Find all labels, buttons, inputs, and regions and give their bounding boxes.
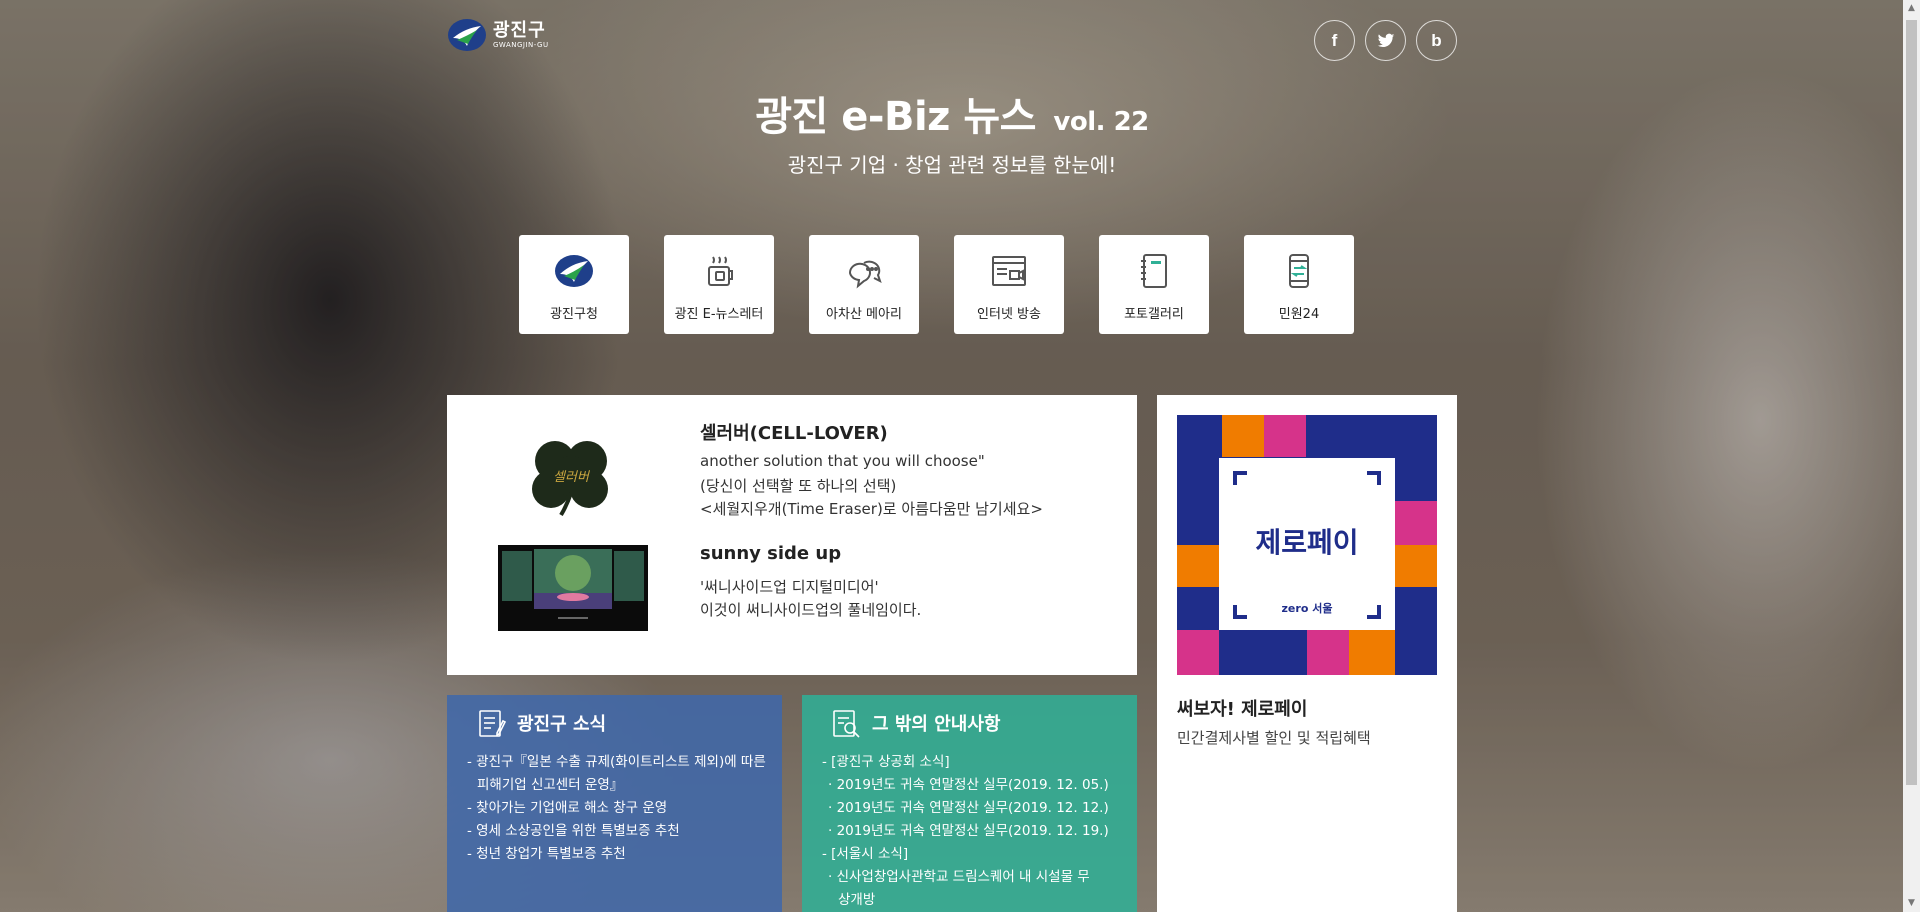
cell-lover-logo[interactable]: 셀러버 bbox=[521, 431, 621, 521]
zeropay-banner-sub: zero 서울 bbox=[1282, 601, 1333, 615]
scrollbar-thumb[interactable] bbox=[1906, 20, 1917, 785]
info-item: - [서울시 소식] bbox=[822, 846, 909, 862]
quick-item-label: 광진 E-뉴스레터 bbox=[674, 307, 764, 322]
zeropay-title: 써보자! 제로페이 bbox=[1177, 699, 1308, 720]
zeropay-card[interactable]: 제로페이 zero 서울 써보자! 제로페이 민간결제사별 할인 및 적립혜택 bbox=[1157, 395, 1457, 912]
quick-item-label: 인터넷 방송 bbox=[977, 307, 1041, 322]
other-info-list: - [광진구 상공회 소식] · 2019년도 귀속 연말정산 실무(2019.… bbox=[822, 751, 1123, 912]
news-item[interactable]: - 찾아가는 기업애로 해소 창구 운영 bbox=[467, 797, 768, 820]
cell-lover-line: (당신이 선택할 또 하나의 선택) bbox=[700, 477, 897, 495]
zeropay-banner-text: 제로페이 bbox=[1255, 526, 1358, 559]
gwangjin-logo-icon bbox=[448, 19, 486, 51]
sunny-side-up-line: 이것이 써니사이드업의 풀네임이다. bbox=[700, 601, 922, 619]
gwangjin-news-list: - 광진구『일본 수출 규제(화이트리스트 제외)에 따른 피해기업 신고센터 … bbox=[467, 751, 768, 866]
news-item[interactable]: - 영세 소상공인을 위한 특별보증 추천 bbox=[467, 820, 768, 843]
document-search-icon bbox=[833, 710, 860, 738]
cell-lover-line: <세월지우개(Time Eraser)로 아름다움만 남기세요> bbox=[700, 500, 1043, 518]
coffee-icon bbox=[708, 256, 733, 286]
page-title-text: 광진 e-Biz 뉴스 bbox=[755, 94, 1036, 140]
info-item[interactable]: · 2019년도 귀속 연말정산 실무(2019. 12. 05.) bbox=[822, 774, 1123, 797]
quick-item-photo-gallery[interactable]: 포토갤러리 bbox=[1099, 235, 1209, 334]
page-title: 광진 e-Biz 뉴스 vol. 22 bbox=[447, 84, 1457, 142]
video-window-icon bbox=[992, 256, 1026, 286]
zeropay-banner[interactable]: 제로페이 zero 서울 bbox=[1177, 415, 1437, 675]
info-item: - [광진구 상공회 소식] bbox=[822, 754, 950, 770]
featured-companies-card: 셀러버 셀러버(CELL-LOVER) another solution tha… bbox=[447, 395, 1137, 675]
info-item[interactable]: 상개방 bbox=[822, 889, 1123, 912]
sunny-side-up-video-thumbnail[interactable] bbox=[498, 545, 648, 631]
sunny-side-up-title[interactable]: sunny side up bbox=[700, 543, 841, 564]
quick-item-label: 아차산 메아리 bbox=[826, 307, 902, 322]
gwangjin-logo-icon bbox=[555, 255, 593, 287]
gwangjin-news-header: 광진구 소식 bbox=[475, 707, 606, 739]
page-container: 광진구 GWANGJIN-GU f b 광진 e-Biz 뉴스 vol. 22 … bbox=[447, 0, 1457, 912]
gwangjin-news-title: 광진구 소식 bbox=[517, 714, 607, 735]
quick-item-minwon24[interactable]: 민원24 bbox=[1244, 235, 1354, 334]
facebook-button[interactable]: f bbox=[1314, 20, 1355, 61]
speech-bubble-icon bbox=[848, 260, 882, 289]
notebook-icon bbox=[1141, 254, 1167, 288]
other-info-header: 그 밖의 안내사항 bbox=[830, 707, 1000, 739]
sns-links: f b bbox=[1314, 20, 1457, 61]
document-pen-icon bbox=[479, 710, 507, 737]
video-thumbnail-scene bbox=[498, 545, 648, 631]
page-subtitle: 광진구 기업 · 창업 관련 정보를 한눈에! bbox=[787, 153, 1117, 177]
info-item[interactable]: · 2019년도 귀속 연말정산 실무(2019. 12. 12.) bbox=[822, 797, 1123, 820]
mobile-icon bbox=[1289, 254, 1309, 288]
page-scrollbar[interactable]: ▲ ▼ bbox=[1903, 0, 1920, 912]
quick-item-label: 민원24 bbox=[1278, 307, 1320, 322]
twitter-button[interactable] bbox=[1365, 20, 1406, 61]
quick-menu: 광진구청 광진 E-뉴스레터 아차산 메아리 인터넷 방송 포토갤러리 민원24 bbox=[519, 235, 1354, 334]
band-button[interactable]: b bbox=[1416, 20, 1457, 61]
cell-lover-line: another solution that you will choose" bbox=[700, 452, 985, 470]
scroll-down-arrow-icon[interactable]: ▼ bbox=[1903, 895, 1920, 912]
quick-item-achasan[interactable]: 아차산 메아리 bbox=[809, 235, 919, 334]
gwangjin-news-box: 광진구 소식 - 광진구『일본 수출 규제(화이트리스트 제외)에 따른 피해기… bbox=[447, 695, 782, 912]
band-icon: b bbox=[1431, 30, 1442, 50]
logo-korean-text: 광진구 bbox=[493, 19, 546, 41]
twitter-icon bbox=[1377, 33, 1394, 47]
volume-label: vol. 22 bbox=[1053, 107, 1149, 137]
site-logo[interactable]: 광진구 GWANGJIN-GU bbox=[447, 18, 549, 52]
news-item[interactable]: 피해기업 신고센터 운영』 bbox=[467, 774, 768, 797]
logo-english-text: GWANGJIN-GU bbox=[493, 40, 549, 49]
sunny-side-up-line: '써니사이드업 디지털미디어' bbox=[700, 578, 879, 596]
info-item[interactable]: · 신사업창업사관학교 드림스퀘어 내 시설물 무 bbox=[822, 866, 1123, 889]
quick-item-label: 포토갤러리 bbox=[1124, 307, 1184, 322]
quick-item-internet-broadcast[interactable]: 인터넷 방송 bbox=[954, 235, 1064, 334]
other-info-box: 그 밖의 안내사항 - [광진구 상공회 소식] · 2019년도 귀속 연말정… bbox=[802, 695, 1137, 912]
other-info-title: 그 밖의 안내사항 bbox=[872, 714, 1001, 735]
zeropay-description: 민간결제사별 할인 및 적립혜택 bbox=[1177, 729, 1371, 747]
quick-item-label: 광진구청 bbox=[550, 307, 598, 322]
quick-item-newsletter[interactable]: 광진 E-뉴스레터 bbox=[664, 235, 774, 334]
cell-lover-title[interactable]: 셀러버(CELL-LOVER) bbox=[700, 419, 888, 445]
quick-item-gwangjin-office[interactable]: 광진구청 bbox=[519, 235, 629, 334]
facebook-icon: f bbox=[1331, 30, 1338, 50]
cell-lover-logo-text: 셀러버 bbox=[553, 470, 591, 485]
info-item[interactable]: · 2019년도 귀속 연말정산 실무(2019. 12. 19.) bbox=[822, 820, 1123, 843]
scroll-up-arrow-icon[interactable]: ▲ bbox=[1903, 0, 1920, 17]
news-item[interactable]: - 청년 창업가 특별보증 추천 bbox=[467, 843, 768, 866]
news-item[interactable]: - 광진구『일본 수출 규제(화이트리스트 제외)에 따른 bbox=[467, 751, 768, 774]
